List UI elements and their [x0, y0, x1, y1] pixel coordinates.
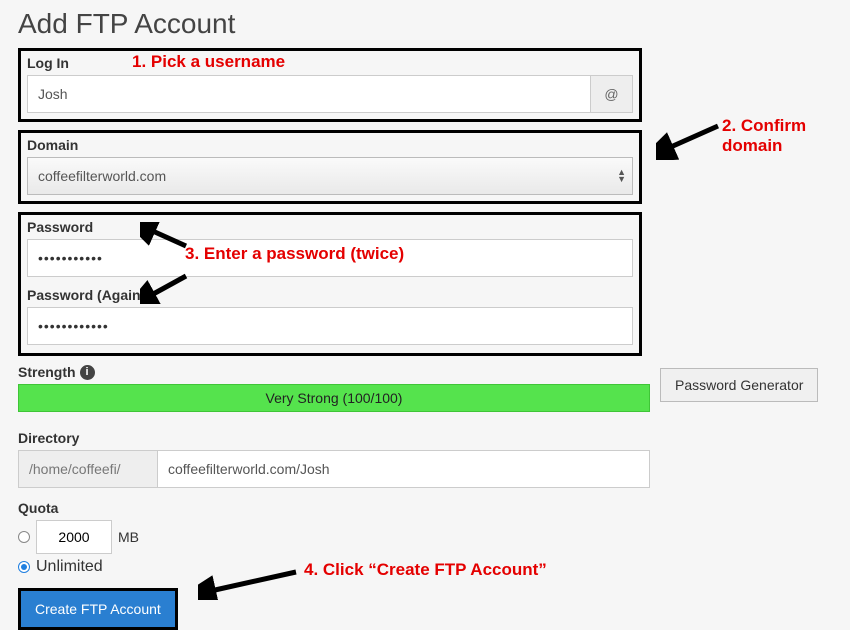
quota-unlimited-radio[interactable]: [18, 561, 30, 573]
domain-selected-value: coffeefilterworld.com: [38, 168, 166, 184]
password-generator-button[interactable]: Password Generator: [660, 368, 818, 402]
password-again-label: Password (Again): [27, 287, 633, 303]
select-arrows-icon: ▲▼: [617, 169, 626, 183]
quota-label: Quota: [18, 500, 642, 516]
domain-group: Domain coffeefilterworld.com ▲▼: [18, 130, 642, 204]
directory-row: Directory /home/coffeefi/: [18, 430, 650, 488]
login-input[interactable]: [27, 75, 591, 113]
quota-row: Quota MB Unlimited: [18, 500, 642, 576]
directory-prefix: /home/coffeefi/: [18, 450, 158, 488]
info-icon: i: [80, 365, 95, 380]
password-label: Password: [27, 219, 633, 235]
quota-unlimited-label: Unlimited: [36, 558, 103, 576]
password-group: Password Password (Again): [18, 212, 642, 356]
quota-mb-radio[interactable]: [18, 531, 30, 543]
domain-select[interactable]: coffeefilterworld.com ▲▼: [27, 157, 633, 195]
annotation-2-line1: 2. Confirm: [722, 116, 806, 136]
strength-bar-text: Very Strong (100/100): [266, 390, 403, 406]
page-title: Add FTP Account: [0, 0, 850, 48]
create-ftp-account-button[interactable]: Create FTP Account: [18, 588, 178, 630]
password-input[interactable]: [27, 239, 633, 277]
annotation-2: 2. Confirm domain: [722, 116, 806, 156]
strength-bar: Very Strong (100/100): [18, 384, 650, 412]
quota-value-input[interactable]: [36, 520, 112, 554]
strength-row: Strength i Very Strong (100/100): [18, 364, 650, 412]
quota-unit: MB: [118, 529, 139, 545]
annotation-2-line2: domain: [722, 136, 806, 156]
directory-label: Directory: [18, 430, 650, 446]
login-label: Log In: [27, 55, 633, 71]
domain-label: Domain: [27, 137, 633, 153]
login-group: Log In @: [18, 48, 642, 122]
password-again-input[interactable]: [27, 307, 633, 345]
strength-label: Strength: [18, 364, 76, 380]
annotation-2-arrow-icon: [656, 116, 726, 160]
directory-input[interactable]: [158, 450, 650, 488]
at-addon: @: [591, 75, 633, 113]
